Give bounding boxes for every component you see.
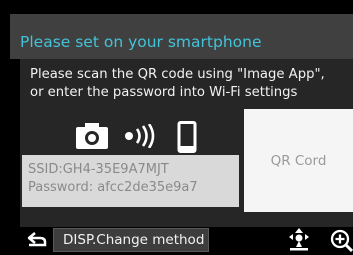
credentials-text: SSID:GH4-35E9A7MJT Password: afcc2de35e9…	[28, 161, 198, 197]
wifi-setup-screen: Please set on your smartphone Please sca…	[0, 0, 353, 255]
back-arrow-icon[interactable]	[26, 230, 48, 250]
zoom-in-icon[interactable]	[330, 229, 353, 252]
smartphone-icon	[177, 121, 197, 153]
password-value: Password: afcc2de35e9a7	[28, 180, 198, 195]
ssid-value: SSID:GH4-35E9A7MJT	[28, 162, 169, 177]
instruction-text: Please scan the QR code using "Image App…	[30, 66, 325, 102]
instruction-line-2: or enter the password into Wi-Fi setting…	[30, 85, 298, 100]
wifi-signal-icon	[125, 124, 155, 148]
change-method-button[interactable]: DISP.Change method	[53, 228, 209, 252]
page-title: Please set on your smartphone	[20, 33, 262, 51]
instruction-line-1: Please scan the QR code using "Image App…	[30, 67, 325, 82]
qr-code-label: QR Cord	[270, 153, 327, 169]
camera-icon	[76, 123, 108, 149]
location-pointer-icon[interactable]	[286, 228, 312, 252]
